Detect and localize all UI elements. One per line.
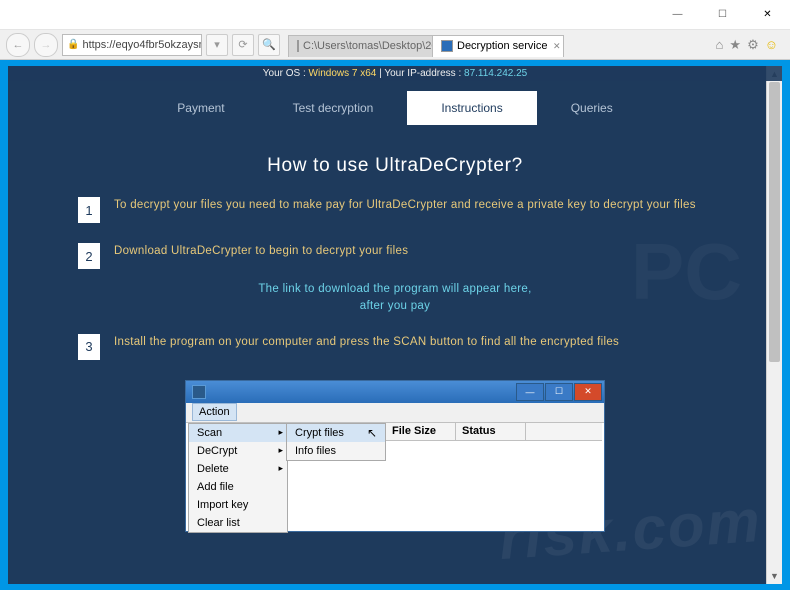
page-title: How to use UltraDeCrypter?	[8, 155, 782, 177]
steps-list: 3 Install the program on your computer a…	[8, 334, 782, 360]
nav-instructions[interactable]: Instructions	[407, 91, 536, 125]
menu-item-clear-list[interactable]: Clear list	[189, 514, 287, 532]
menu-action[interactable]: Action	[192, 403, 237, 421]
browser-tab[interactable]: Decryption service ✕	[432, 35, 564, 57]
toolbar-right: ⌂ ★ ⚙ ☺	[716, 37, 784, 53]
inner-close-button[interactable]: ✕	[574, 383, 602, 401]
settings-icon[interactable]: ⚙	[747, 37, 759, 53]
url-text: eqyo4fbr5okzaysm.o...	[115, 39, 202, 51]
refresh-button[interactable]: ⟳	[232, 34, 254, 56]
browser-toolbar: ← → 🔒 https://eqyo4fbr5okzaysm.o... ▾ ⟳ …	[0, 30, 790, 60]
window-close-button[interactable]: ✕	[745, 1, 790, 29]
col-status[interactable]: Status	[456, 423, 526, 440]
inner-maximize-button[interactable]: ☐	[545, 383, 573, 401]
inner-minimize-button[interactable]: —	[516, 383, 544, 401]
action-dropdown: Scan DeCrypt Delete Add file Import key …	[188, 423, 288, 533]
menu-item-add-file[interactable]: Add file	[189, 478, 287, 496]
page-content: PC risk.com Your OS : Windows 7 x64 | Yo…	[0, 60, 790, 590]
scroll-down-button[interactable]: ▼	[767, 568, 782, 584]
download-link-placeholder: The link to download the program will ap…	[8, 281, 782, 316]
inner-app-window: — ☐ ✕ Action Scan DeCrypt Delete Add fil…	[185, 380, 605, 532]
inner-table-header: File Size Status	[386, 423, 602, 441]
step-row: 3 Install the program on your computer a…	[78, 334, 712, 360]
scan-submenu: Crypt files ↖ Info files	[286, 423, 386, 461]
dropdown-button[interactable]: ▾	[206, 34, 228, 56]
search-button[interactable]: 🔍	[258, 34, 280, 56]
menu-item-import-key[interactable]: Import key	[189, 496, 287, 514]
home-icon[interactable]: ⌂	[716, 37, 724, 52]
nav-payment[interactable]: Payment	[143, 91, 258, 125]
back-button[interactable]: ←	[6, 33, 30, 57]
window-titlebar: — ☐ ✕	[0, 0, 790, 30]
inner-menubar: Action	[186, 403, 604, 423]
submenu-crypt-files[interactable]: Crypt files ↖	[287, 424, 385, 442]
ip-value: 87.114.242.25	[464, 68, 527, 79]
step-text: Install the program on your computer and…	[114, 334, 619, 350]
address-bar[interactable]: 🔒 https://eqyo4fbr5okzaysm.o...	[62, 34, 202, 56]
inner-titlebar: — ☐ ✕	[186, 381, 604, 403]
tab-strip: C:\Users\tomas\Desktop\2016-... Decrypti…	[288, 33, 712, 57]
tab-label: Decryption service	[457, 40, 547, 52]
menu-item-decrypt[interactable]: DeCrypt	[189, 442, 287, 460]
nav-queries[interactable]: Queries	[537, 91, 647, 125]
step-text: To decrypt your files you need to make p…	[114, 197, 696, 213]
info-line: Your OS : Windows 7 x64 | Your IP-addres…	[8, 66, 782, 81]
mouse-cursor-icon: ↖	[367, 426, 377, 440]
page-scrollbar[interactable]: ▲ ▼	[766, 66, 782, 584]
menu-item-scan[interactable]: Scan	[189, 424, 287, 442]
menu-item-delete[interactable]: Delete	[189, 460, 287, 478]
os-value: Windows 7 x64	[309, 68, 377, 79]
step-row: 1 To decrypt your files you need to make…	[78, 197, 712, 223]
browser-tab[interactable]: C:\Users\tomas\Desktop\2016-...	[288, 35, 433, 57]
step-row: 2 Download UltraDeCrypter to begin to de…	[78, 243, 712, 269]
os-label: Your OS :	[263, 68, 306, 79]
emoji-icon[interactable]: ☺	[765, 37, 778, 52]
col-file-size[interactable]: File Size	[386, 423, 456, 440]
favicon-icon	[297, 40, 299, 52]
lock-icon: 🔒	[67, 39, 79, 50]
ip-label: Your IP-address :	[384, 68, 461, 79]
tab-close-icon[interactable]: ✕	[553, 41, 561, 52]
url-scheme: https://	[82, 39, 115, 51]
steps-list: 1 To decrypt your files you need to make…	[8, 197, 782, 269]
submenu-info-files[interactable]: Info files	[287, 442, 385, 460]
step-text: Download UltraDeCrypter to begin to decr…	[114, 243, 408, 259]
step-number: 2	[78, 243, 100, 269]
window-minimize-button[interactable]: —	[655, 1, 700, 29]
window-maximize-button[interactable]: ☐	[700, 1, 745, 29]
inner-body: Scan DeCrypt Delete Add file Import key …	[186, 423, 604, 531]
nav-test-decryption[interactable]: Test decryption	[259, 91, 408, 125]
favicon-icon	[441, 40, 453, 52]
step-number: 3	[78, 334, 100, 360]
favorites-icon[interactable]: ★	[729, 37, 741, 53]
step-number: 1	[78, 197, 100, 223]
forward-button[interactable]: →	[34, 33, 58, 57]
tab-label: C:\Users\tomas\Desktop\2016-...	[303, 40, 433, 52]
inner-app-icon	[192, 385, 206, 399]
page-tabs: Payment Test decryption Instructions Que…	[8, 91, 782, 125]
